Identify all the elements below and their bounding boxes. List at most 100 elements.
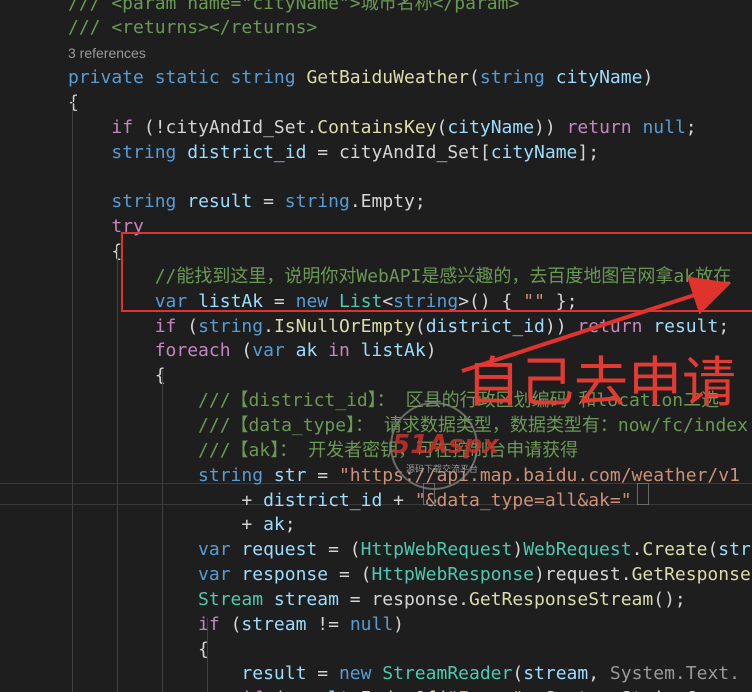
code-line[interactable]: { xyxy=(0,91,752,116)
code-token: string xyxy=(198,464,264,486)
code-editor[interactable]: /// <param name="cityName">城市名称</param> /… xyxy=(0,0,752,692)
code-token: WebRequest xyxy=(523,539,632,561)
code-token: string xyxy=(111,191,177,213)
code-token: if xyxy=(198,613,220,635)
code-token: { xyxy=(68,241,123,262)
watermark-text: 51Aspx xyxy=(392,430,500,460)
code-token: = xyxy=(306,663,339,685)
annotation-highlight-box xyxy=(121,232,752,312)
code-token: result xyxy=(241,663,307,685)
code-token: + xyxy=(68,489,264,511)
code-token: ( xyxy=(219,613,242,635)
code-line[interactable]: if (stream != null) xyxy=(0,613,752,638)
code-line[interactable]: + ak; xyxy=(0,513,752,538)
code-token: = ( xyxy=(328,564,372,586)
watermark-subtext: 源码下载交流平台 xyxy=(406,465,479,475)
code-token: ( xyxy=(469,67,480,89)
code-token: stream xyxy=(273,588,339,610)
code-token: var xyxy=(252,340,285,362)
code-token: district_id xyxy=(425,315,545,337)
code-token: ak xyxy=(295,340,318,362)
code-token: /// <returns></returns> xyxy=(68,17,318,39)
code-token: "Error" xyxy=(447,688,523,692)
code-token: . xyxy=(350,688,361,692)
code-line[interactable]: { xyxy=(0,638,752,663)
code-line[interactable] xyxy=(0,165,752,190)
code-token: ; xyxy=(718,315,730,337)
code-token: ( xyxy=(437,688,448,692)
code-token: return xyxy=(566,116,632,138)
code-token: ; xyxy=(284,514,296,536)
code-line[interactable]: if (string.IsNullOrEmpty(district_id)) r… xyxy=(0,315,752,340)
code-token: string xyxy=(230,67,296,89)
code-token: stream xyxy=(523,663,589,685)
code-line[interactable]: string district_id = cityAndId_Set[cityN… xyxy=(0,141,752,166)
code-token: IsNullOrEmpty xyxy=(273,315,415,337)
code-token: ; xyxy=(685,116,697,138)
code-line[interactable]: string result = string.Empty; xyxy=(0,190,752,215)
code-line[interactable]: private static string GetBaiduWeather(st… xyxy=(0,66,752,91)
code-line[interactable]: if (!cityAndId_Set.ContainsKey(cityName)… xyxy=(0,116,752,141)
code-token: listAk xyxy=(360,340,426,362)
code-token: cityName xyxy=(490,141,578,163)
indent-guide xyxy=(162,370,163,692)
code-token: ) xyxy=(425,340,437,362)
code-token: private xyxy=(68,67,144,89)
code-line[interactable]: /// <param name="cityName">城市名称</param> xyxy=(0,0,752,16)
code-token: str xyxy=(273,464,307,486)
code-token: = cityAndId_Set[ xyxy=(306,141,491,163)
code-token: var xyxy=(198,539,231,561)
code-token: )) xyxy=(544,315,578,337)
code-token: cityName xyxy=(555,67,643,89)
code-line[interactable]: ///【ak】： 开发者密钥，可在控制台申请获得 xyxy=(0,439,752,464)
code-token: if xyxy=(241,688,263,692)
codelens-references[interactable]: 3 references xyxy=(68,45,146,61)
code-token: ( xyxy=(414,315,426,337)
code-token: ) xyxy=(512,539,524,561)
code-token: , xyxy=(588,663,610,685)
code-token: request xyxy=(241,539,318,561)
code-token: ( xyxy=(512,663,524,685)
code-token: != xyxy=(306,613,350,635)
code-line[interactable]: /// <returns></returns> xyxy=(0,16,752,41)
code-line[interactable]: var request = (HttpWebRequest)WebRequest… xyxy=(0,538,752,563)
code-token: static xyxy=(154,67,220,89)
code-token: /// <param name="cityName">城市名称</param> xyxy=(68,0,520,14)
code-line[interactable]: result = new StreamReader(stream, System… xyxy=(0,662,752,687)
code-line[interactable]: if (result.IndexOf("Error", System.Strin… xyxy=(0,687,752,692)
code-token: = ( xyxy=(317,539,361,561)
code-line[interactable]: var response = (HttpWebResponse)request.… xyxy=(0,563,752,588)
code-token: null xyxy=(642,116,686,138)
code-token: ( xyxy=(230,340,253,362)
code-token: .Empty; xyxy=(349,191,426,213)
code-token: )request. xyxy=(534,564,632,586)
code-token: string xyxy=(111,141,177,163)
watermark-logo: 51Aspx 源码下载交流平台 xyxy=(384,402,504,502)
code-token: cityName xyxy=(447,116,535,138)
code-line[interactable]: Stream stream = response.GetResponseStre… xyxy=(0,588,752,613)
code-token: . xyxy=(631,539,643,561)
code-token: Create xyxy=(642,539,708,561)
code-line[interactable]: 3 references xyxy=(0,41,752,66)
code-token: (!cityAndId_Set. xyxy=(133,116,318,138)
code-line[interactable]: ///【data_type】： 请求数据类型，数据类型有：now/fc/inde… xyxy=(0,414,752,439)
code-token: return xyxy=(577,315,643,337)
code-token: (); xyxy=(653,588,686,610)
code-token: )) xyxy=(534,116,567,138)
